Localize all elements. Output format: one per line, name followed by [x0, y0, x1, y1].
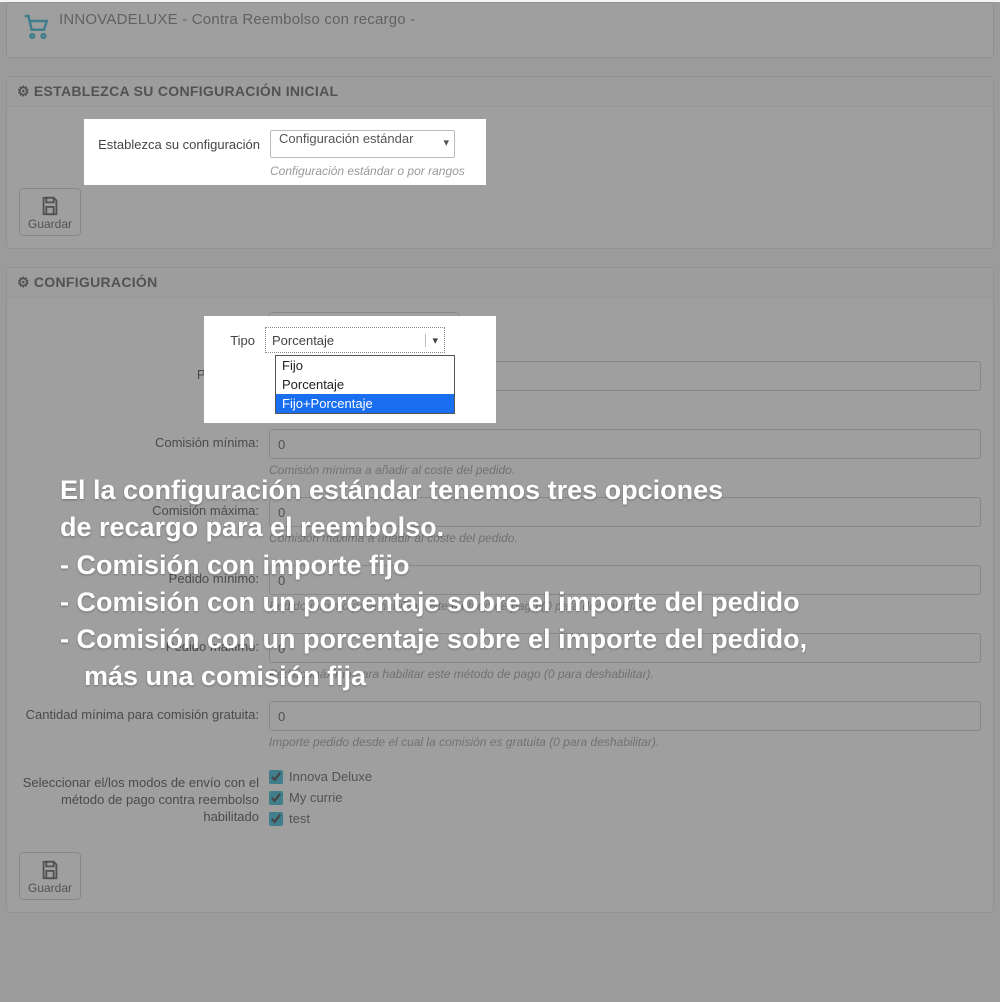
carrier-checkbox-1[interactable]: Innova Deluxe: [269, 769, 981, 784]
tipo-select-value: Porcentaje: [272, 333, 425, 348]
carrier-checkbox-3[interactable]: test: [269, 811, 981, 826]
carrier-checkbox-2[interactable]: My currie: [269, 790, 981, 805]
config-mode-label-spot: Establezca su configuración: [95, 130, 270, 152]
module-header: INNOVADELUXE - Contra Reembolso con reca…: [6, 2, 994, 58]
chevron-down-icon: ▾: [425, 334, 438, 347]
comision-min-label: Comisión mínima:: [19, 429, 269, 450]
carrier-2-label: My currie: [289, 790, 342, 805]
config-mode-help-spot: Configuración estándar o por rangos: [270, 164, 465, 178]
caption-line: El la configuración estándar tenemos tre…: [60, 472, 960, 509]
tipo-select[interactable]: Porcentaje ▾: [265, 327, 445, 353]
tipo-dropdown: Fijo Porcentaje Fijo+Porcentaje: [275, 355, 455, 414]
checkbox-icon[interactable]: [269, 770, 283, 784]
carrier-1-label: Innova Deluxe: [289, 769, 372, 784]
comision-min-input[interactable]: [269, 429, 981, 459]
panel-title-config: CONFIGURACIÓN: [34, 274, 158, 290]
carriers-label: Seleccionar el/los modos de envío con el…: [19, 769, 269, 826]
checkbox-icon[interactable]: [269, 812, 283, 826]
tipo-option-fijo[interactable]: Fijo: [276, 356, 454, 375]
cant-min-input[interactable]: [269, 701, 981, 731]
panel-header-initial: ⚙ESTABLEZCA SU CONFIGURACIÓN INICIAL: [7, 77, 993, 107]
save-button-2[interactable]: Guardar: [19, 852, 81, 900]
tipo-option-porcentaje[interactable]: Porcentaje: [276, 375, 454, 394]
tipo-label-spot: Tipo: [215, 333, 265, 348]
module-title: INNOVADELUXE - Contra Reembolso con reca…: [59, 11, 415, 28]
caption-line: - Comisión con importe fijo: [60, 547, 960, 584]
cant-min-help: Importe pedido desde el cual la comisión…: [269, 735, 981, 749]
panel-title-initial: ESTABLEZCA SU CONFIGURACIÓN INICIAL: [34, 83, 339, 99]
cart-icon: [21, 11, 51, 41]
save-icon: [39, 195, 61, 217]
config-mode-select-spot[interactable]: Configuración estándar: [270, 130, 455, 158]
caption-line: - Comisión con un porcentaje sobre el im…: [60, 584, 960, 621]
save-label-2: Guardar: [28, 881, 72, 895]
overlay-caption: El la configuración estándar tenemos tre…: [60, 472, 960, 696]
gear-icon: ⚙: [17, 83, 30, 99]
save-button-1[interactable]: Guardar: [19, 188, 81, 236]
caption-line: de recargo para el reembolso.: [60, 509, 960, 546]
spotlight-tipo: Tipo Porcentaje ▾ Fijo Porcentaje Fijo+P…: [205, 317, 495, 422]
caption-line: más una comisión fija: [60, 658, 960, 695]
save-label-1: Guardar: [28, 217, 72, 231]
caption-line: - Comisión con un porcentaje sobre el im…: [60, 621, 960, 658]
carrier-3-label: test: [289, 811, 310, 826]
panel-header-config: ⚙CONFIGURACIÓN: [7, 268, 993, 298]
tipo-option-fijo-porcentaje[interactable]: Fijo+Porcentaje: [276, 394, 454, 413]
cant-min-label: Cantidad mínima para comisión gratuita:: [19, 701, 269, 722]
gear-icon: ⚙: [17, 274, 30, 290]
save-icon: [39, 859, 61, 881]
checkbox-icon[interactable]: [269, 791, 283, 805]
spotlight-config-mode: Establezca su configuración Configuració…: [85, 120, 485, 184]
